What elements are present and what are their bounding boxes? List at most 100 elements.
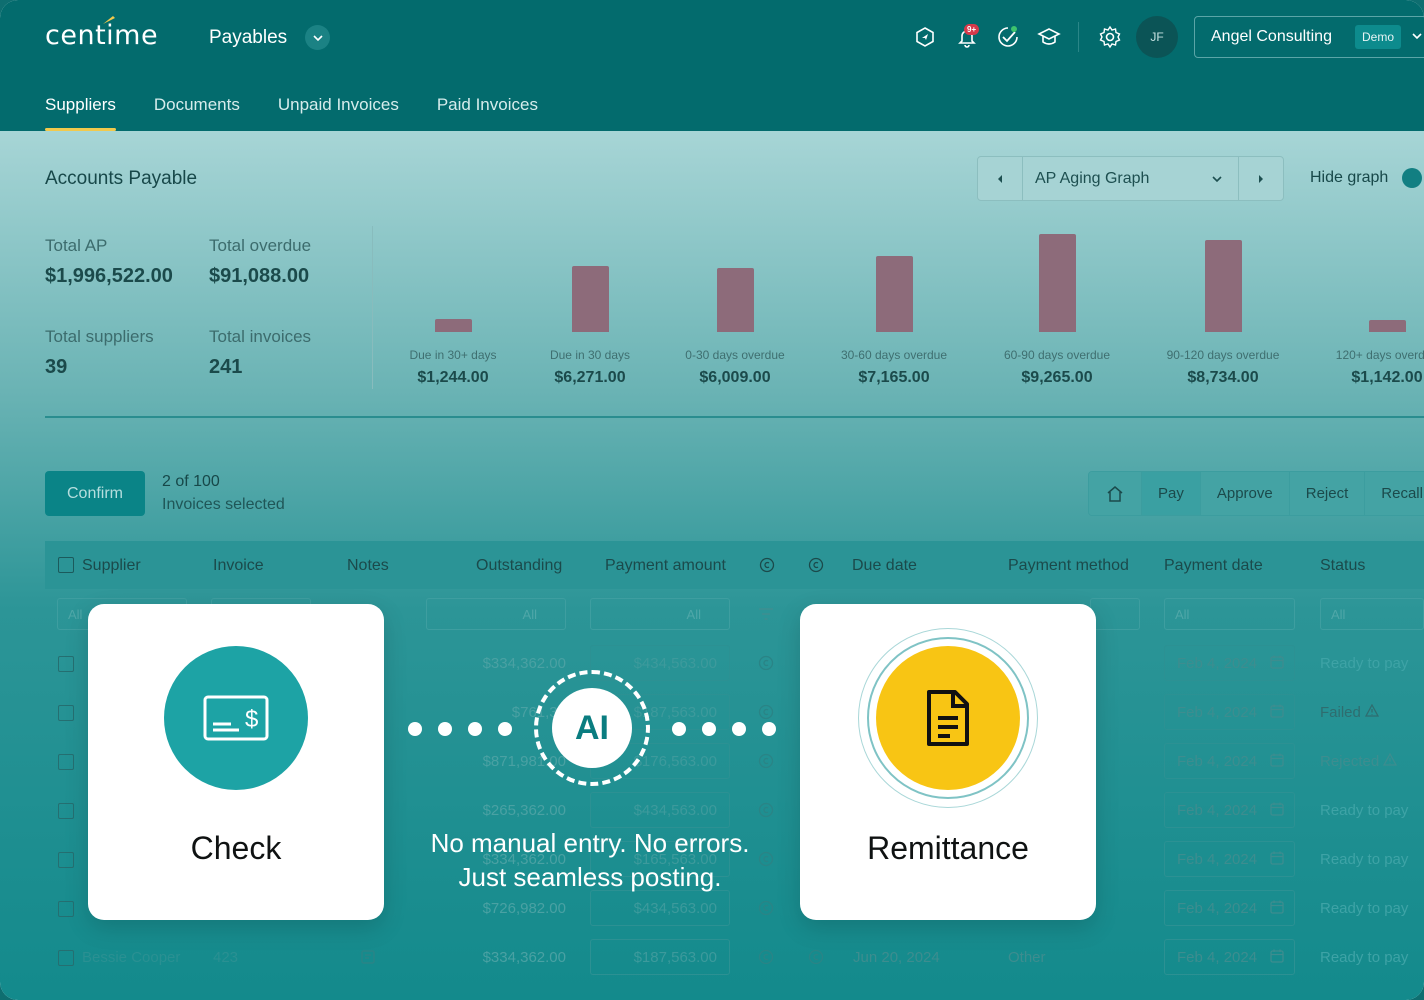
supplier-name[interactable]: Bessie Cooper: [82, 949, 180, 966]
reject-button[interactable]: Reject: [1289, 472, 1366, 515]
payment-amount-input[interactable]: $434,563.00: [590, 890, 730, 926]
column-status[interactable]: Status: [1320, 557, 1365, 575]
calendar-icon[interactable]: [1270, 753, 1284, 767]
check-card: $ Check: [88, 604, 384, 920]
status-label: Failed: [1320, 703, 1380, 721]
chart-value-label: $7,165.00: [858, 369, 930, 386]
page-title: Accounts Payable: [45, 168, 198, 189]
graph-select-value: AP Aging Graph: [1035, 170, 1150, 187]
column-supplier[interactable]: Supplier: [82, 557, 141, 575]
graph-selector[interactable]: AP Aging Graph: [977, 156, 1284, 201]
ai-badge: AI: [552, 688, 632, 768]
column-payment-date[interactable]: Payment date: [1164, 557, 1263, 575]
status-text: Rejected: [1320, 753, 1380, 770]
filter-icon[interactable]: [758, 607, 774, 621]
tasks-check-icon[interactable]: [995, 24, 1021, 50]
payment-date-value: Feb 4, 2024: [1177, 949, 1258, 966]
section-divider: [45, 416, 1424, 418]
chart-bar[interactable]: [1369, 320, 1406, 332]
payment-date-value: Feb 4, 2024: [1177, 802, 1258, 819]
column-due-date[interactable]: Due date: [852, 557, 917, 575]
tab-paid-invoices[interactable]: Paid Invoices: [437, 95, 538, 131]
graduation-cap-icon[interactable]: [1036, 24, 1062, 50]
module-switch-button[interactable]: [305, 25, 330, 50]
column-payment-method[interactable]: Payment method: [1008, 557, 1129, 575]
chart-category-label: 30-60 days overdue: [840, 348, 948, 362]
row-checkbox[interactable]: [58, 754, 74, 770]
demo-badge: Demo: [1355, 25, 1402, 49]
column-outstanding[interactable]: Outstanding: [476, 557, 562, 575]
currency-icon: [759, 557, 775, 573]
gear-icon[interactable]: [1097, 24, 1123, 50]
tab-unpaid-invoices[interactable]: Unpaid Invoices: [278, 95, 399, 131]
payment-date-input[interactable]: Feb 4, 2024: [1164, 939, 1295, 975]
calendar-icon[interactable]: [1270, 851, 1284, 865]
status-filter[interactable]: All: [1320, 598, 1424, 630]
currency-icon: [758, 802, 774, 818]
note-icon[interactable]: [360, 949, 376, 965]
row-checkbox[interactable]: [58, 656, 74, 672]
recall-button[interactable]: Recall: [1365, 472, 1424, 515]
payment-date-input[interactable]: Feb 4, 2024: [1164, 694, 1295, 730]
hide-graph-toggle[interactable]: [1402, 168, 1422, 188]
calendar-icon[interactable]: [1270, 655, 1284, 669]
chart-bar[interactable]: [876, 256, 913, 332]
row-checkbox[interactable]: [58, 852, 74, 868]
status-label: Ready to pay: [1320, 851, 1408, 868]
calendar-icon[interactable]: [1270, 949, 1284, 963]
calendar-icon[interactable]: [1270, 704, 1284, 718]
tab-suppliers[interactable]: Suppliers: [45, 95, 116, 131]
chart-bar[interactable]: [435, 319, 472, 332]
calendar-icon[interactable]: [1270, 802, 1284, 816]
connector-dot: [762, 722, 776, 736]
column-invoice[interactable]: Invoice: [213, 557, 264, 575]
chart-bar[interactable]: [1205, 240, 1242, 332]
column-notes[interactable]: Notes: [347, 557, 389, 575]
top-navigation: centime Payables 9+ JF Angel Consulting …: [0, 0, 1424, 131]
row-checkbox[interactable]: [58, 950, 74, 966]
payment-date-input[interactable]: Feb 4, 2024: [1164, 890, 1295, 926]
select-all-checkbox[interactable]: [58, 557, 74, 573]
centime-logo[interactable]: centime: [45, 20, 158, 51]
check-icon-circle: $: [164, 646, 308, 790]
remittance-label: Remittance: [867, 830, 1029, 866]
pay-button[interactable]: Pay: [1142, 472, 1201, 515]
approve-button[interactable]: Approve: [1200, 472, 1290, 515]
status-label: Ready to pay: [1320, 900, 1408, 917]
confirm-button[interactable]: Confirm: [45, 471, 145, 516]
row-checkbox[interactable]: [58, 901, 74, 917]
home-button[interactable]: [1089, 472, 1142, 515]
row-checkbox[interactable]: [58, 705, 74, 721]
payment-date-input[interactable]: Feb 4, 2024: [1164, 841, 1295, 877]
payment-date-filter[interactable]: All: [1164, 598, 1295, 630]
payment-date-input[interactable]: Feb 4, 2024: [1164, 743, 1295, 779]
home-icon: [1107, 485, 1123, 502]
amount-filter[interactable]: All: [590, 598, 730, 630]
payment-amount-input[interactable]: $187,563.00: [590, 939, 730, 975]
chart-value-label: $6,271.00: [554, 369, 626, 386]
payment-date-input[interactable]: Feb 4, 2024: [1164, 792, 1295, 828]
column-payment-amount[interactable]: Payment amount: [605, 557, 726, 575]
chart-bar[interactable]: [572, 266, 609, 332]
payment-date-input[interactable]: Feb 4, 2024: [1164, 645, 1295, 681]
user-avatar[interactable]: JF: [1136, 16, 1178, 58]
tab-documents[interactable]: Documents: [154, 95, 240, 131]
previous-graph-button[interactable]: [978, 157, 1023, 200]
payment-amount-input[interactable]: $434,563.00: [590, 792, 730, 828]
total-ap-label: Total AP: [45, 236, 108, 255]
chart-value-label: $9,265.00: [1021, 369, 1093, 386]
connector-dot: [468, 722, 482, 736]
navigate-icon[interactable]: [912, 24, 938, 50]
invoice-number[interactable]: 423: [213, 949, 238, 966]
chart-bar[interactable]: [717, 268, 754, 332]
chart-category-label: 60-90 days overdue: [1003, 348, 1111, 362]
next-graph-button[interactable]: [1238, 157, 1283, 200]
method-filter[interactable]: [1090, 598, 1140, 630]
check-label: Check: [190, 830, 282, 866]
row-checkbox[interactable]: [58, 803, 74, 819]
calendar-icon[interactable]: [1270, 900, 1284, 914]
outstanding-filter[interactable]: All: [426, 598, 566, 630]
chart-bar[interactable]: [1039, 234, 1076, 332]
account-switcher[interactable]: Angel Consulting Demo: [1194, 16, 1424, 58]
module-name[interactable]: Payables: [209, 27, 287, 49]
